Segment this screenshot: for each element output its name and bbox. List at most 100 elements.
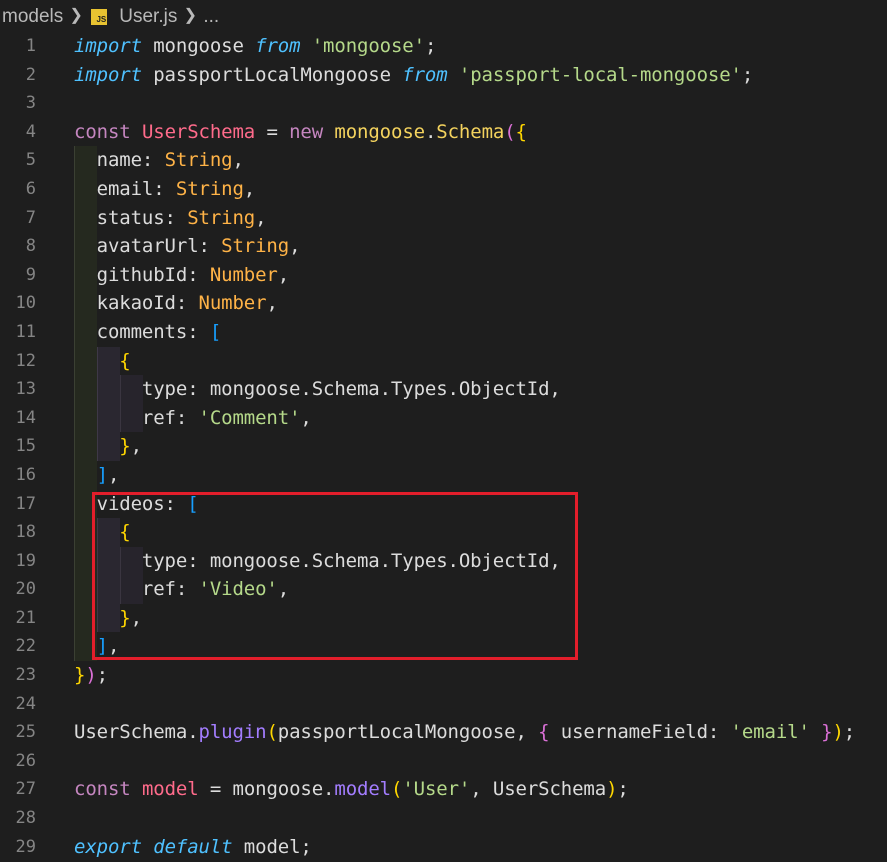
code-line[interactable]: 10 kakaoId: Number,	[0, 289, 887, 318]
code-line[interactable]: 8 avatarUrl: String,	[0, 232, 887, 261]
code-token: )	[832, 721, 844, 744]
code-token: import	[74, 63, 142, 86]
code-line[interactable]: 16 ],	[0, 460, 887, 490]
breadcrumb: models ❯ JS User.js ❯ ...	[0, 0, 887, 34]
code-line[interactable]: 21 },	[0, 603, 887, 633]
code-token: 'Video'	[198, 578, 278, 601]
code-line[interactable]: 22 ],	[0, 632, 887, 662]
code-text: email: String,	[74, 175, 256, 204]
code-token: ,	[130, 435, 142, 458]
code-token: name:	[74, 149, 165, 172]
code-text: ref: 'Comment',	[74, 404, 312, 433]
breadcrumb-folder[interactable]: models	[0, 6, 65, 28]
code-editor[interactable]: 1 import mongoose from 'mongoose'; 2 import…	[0, 32, 887, 861]
code-line[interactable]: 2 import passportLocalMongoose from 'pass…	[0, 61, 887, 90]
code-token: ;	[96, 664, 108, 687]
code-line[interactable]: 6 email: String,	[0, 174, 887, 204]
code-token: plugin	[198, 721, 267, 744]
code-token: model	[334, 778, 391, 801]
code-line[interactable]: 27 const model = mongoose.model('User', U…	[0, 775, 887, 804]
code-text: videos: [	[74, 490, 199, 519]
code-text: const UserSchema = new mongoose.Schema({	[74, 118, 527, 147]
code-line[interactable]: 12 {	[0, 346, 887, 376]
code-line[interactable]: 17 videos: [	[0, 489, 887, 519]
code-token: ,	[255, 206, 267, 229]
code-token: 'User'	[402, 778, 471, 801]
code-text: type: mongoose.Schema.Types.ObjectId,	[74, 547, 561, 576]
code-token: ,	[232, 149, 244, 172]
code-line[interactable]: 18 {	[0, 518, 887, 547]
code-line[interactable]: 5 name: String,	[0, 146, 887, 175]
code-line[interactable]: 3	[0, 89, 887, 118]
code-line[interactable]: 9 githubId: Number,	[0, 260, 887, 290]
code-line[interactable]: 28	[0, 804, 887, 833]
code-text: UserSchema.plugin(passportLocalMongoose,…	[74, 718, 855, 747]
code-text: import passportLocalMongoose from 'passp…	[74, 61, 753, 90]
code-line[interactable]: 23});	[0, 661, 887, 690]
code-text: ref: 'Video',	[74, 575, 289, 604]
code-token: }	[74, 664, 86, 687]
line-number: 1	[25, 36, 36, 56]
code-token: 'passport-local-mongoose'	[458, 63, 742, 86]
line-number: 11	[15, 321, 36, 342]
code-token: }	[119, 435, 131, 458]
code-token: comments:	[74, 320, 210, 343]
code-token: Number	[209, 263, 278, 286]
code-token: ref:	[74, 578, 199, 601]
code-token: Schema	[436, 120, 505, 143]
code-token: .	[424, 120, 437, 143]
code-line[interactable]: 19 type: mongoose.Schema.Types.ObjectId,	[0, 546, 887, 576]
code-text: },	[74, 432, 142, 461]
code-line[interactable]: 29 export default model;	[0, 833, 887, 862]
code-token: {	[538, 721, 550, 744]
code-token: {	[119, 349, 131, 372]
code-line[interactable]: 20 ref: 'Video',	[0, 575, 887, 604]
line-number: 3	[25, 93, 36, 114]
line-number: 14	[15, 407, 36, 428]
code-token: ;	[741, 63, 754, 86]
code-token: passportLocalMongoose,	[277, 721, 539, 744]
line-number: 19	[15, 550, 36, 571]
line-number: 5	[25, 150, 36, 171]
breadcrumb-more[interactable]: ...	[201, 6, 221, 28]
code-line[interactable]: 14 ref: 'Comment',	[0, 403, 887, 433]
code-token: mongoose	[334, 120, 425, 143]
code-token: ,	[107, 635, 120, 658]
code-line[interactable]: 24	[0, 690, 887, 719]
code-text: });	[74, 661, 108, 690]
code-line[interactable]: 4 const UserSchema = new mongoose.Schema(…	[0, 118, 887, 147]
code-token: import	[74, 35, 142, 57]
code-token: ref:	[74, 406, 199, 429]
line-number: 21	[15, 607, 36, 628]
code-text: comments: [	[74, 318, 222, 347]
code-line[interactable]: 1 import mongoose from 'mongoose';	[0, 32, 887, 61]
code-token: [	[209, 320, 222, 343]
code-token: ;	[617, 778, 629, 801]
code-line[interactable]: 11 comments: [	[0, 317, 887, 347]
code-line[interactable]: 25 UserSchema.plugin(passportLocalMongoos…	[0, 718, 887, 747]
code-text: type: mongoose.Schema.Types.ObjectId,	[74, 375, 561, 404]
code-text: const model = mongoose.model('User', Use…	[74, 775, 629, 804]
code-line[interactable]: 7 status: String,	[0, 203, 887, 233]
code-line[interactable]: 15 },	[0, 432, 887, 461]
line-number: 24	[15, 693, 36, 714]
code-token: Number	[198, 292, 267, 315]
code-line[interactable]: 26	[0, 747, 887, 776]
code-line[interactable]: 13 type: mongoose.Schema.Types.ObjectId,	[0, 375, 887, 404]
breadcrumb-file[interactable]: User.js	[117, 6, 179, 28]
line-number: 7	[25, 207, 36, 228]
code-token: model	[141, 778, 199, 801]
line-number: 17	[15, 493, 36, 514]
code-text: {	[74, 347, 131, 376]
code-token: type: mongoose.Schema.Types.ObjectId,	[74, 378, 561, 401]
code-token: )	[85, 664, 97, 687]
code-token: }	[821, 721, 833, 744]
code-token: from	[255, 35, 301, 57]
code-text: import mongoose from 'mongoose';	[74, 32, 436, 61]
